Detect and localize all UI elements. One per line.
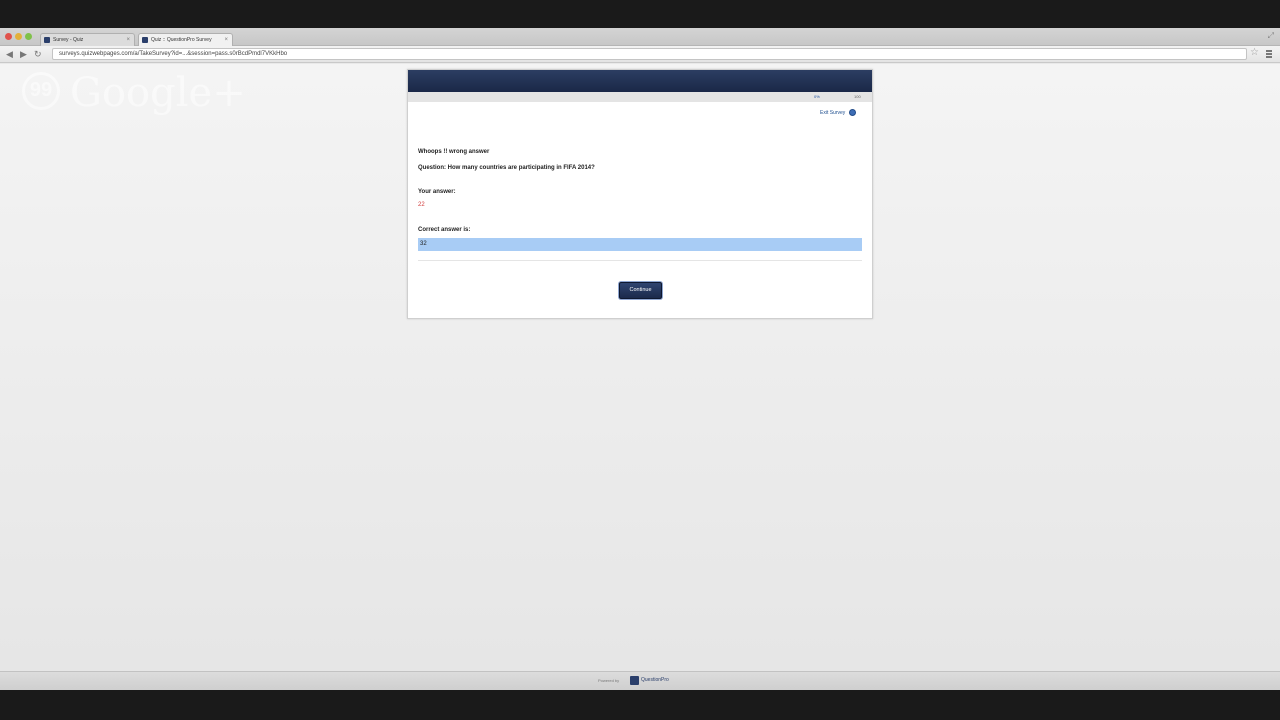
exit-survey-link[interactable]: Exit Survey	[820, 109, 856, 116]
address-bar-url: surveys.quizwebpages.com/a/TakeSurvey?id…	[59, 51, 288, 57]
video-letterbox-bottom	[0, 690, 1280, 720]
favicon-icon	[142, 37, 148, 43]
tab-strip: Survey - Quiz × Quiz :: QuestionPro Surv…	[0, 28, 1280, 46]
your-answer-value: 22	[418, 202, 425, 208]
progress-percent-label: 0%	[814, 94, 820, 99]
browser-menu-icon[interactable]	[1266, 50, 1272, 58]
correct-answer-label: Correct answer is:	[418, 227, 471, 233]
close-window-button[interactable]	[5, 33, 12, 40]
google-plus-wordmark: Google+	[70, 70, 246, 116]
back-icon[interactable]: ◀	[6, 48, 13, 60]
hangout-quote-icon: 99	[22, 72, 60, 110]
browser-window: Survey - Quiz × Quiz :: QuestionPro Surv…	[0, 28, 1280, 690]
divider	[418, 260, 862, 261]
browser-toolbar: ◀ ▶ ↻ surveys.quizwebpages.com/a/TakeSur…	[0, 46, 1280, 63]
progress-bar: 0% 100	[408, 92, 872, 102]
continue-button[interactable]: Continue	[619, 282, 662, 299]
page-viewport: 99 Google+ 0% 100 Exit Survey Whoops !! …	[0, 64, 1280, 671]
tab-label: Quiz :: QuestionPro Survey	[151, 37, 212, 43]
page-footer: Powered by QuestionPro	[0, 671, 1280, 690]
exit-survey-label: Exit Survey	[820, 109, 846, 116]
favicon-icon	[44, 37, 50, 43]
your-answer-label: Your answer:	[418, 189, 456, 195]
video-letterbox-top	[0, 0, 1280, 28]
survey-panel: 0% 100 Exit Survey Whoops !! wrong answe…	[407, 69, 873, 319]
progress-max-label: 100	[854, 94, 861, 99]
question-text: Question: How many countries are partici…	[418, 165, 595, 171]
correct-answer-value[interactable]: 32	[418, 238, 862, 251]
questionpro-brand[interactable]: QuestionPro	[641, 677, 669, 683]
questionpro-logo-icon	[630, 676, 639, 685]
tab-survey-quiz[interactable]: Survey - Quiz ×	[40, 33, 135, 46]
close-tab-icon[interactable]: ×	[126, 34, 130, 46]
survey-header-bar	[408, 70, 872, 92]
tab-questionpro-survey[interactable]: Quiz :: QuestionPro Survey ×	[138, 33, 233, 46]
powered-by-text: Powered by	[598, 678, 620, 683]
tab-label: Survey - Quiz	[53, 37, 84, 43]
address-bar[interactable]: surveys.quizwebpages.com/a/TakeSurvey?id…	[52, 48, 1247, 60]
bookmark-star-icon[interactable]: ☆	[1250, 47, 1259, 58]
forward-icon[interactable]: ▶	[20, 48, 27, 60]
fullscreen-icon[interactable]: ⤢	[1268, 31, 1274, 41]
zoom-window-button[interactable]	[25, 33, 32, 40]
close-tab-icon[interactable]: ×	[224, 34, 228, 46]
result-heading: Whoops !! wrong answer	[418, 149, 490, 155]
exit-survey-icon	[848, 109, 856, 116]
minimize-window-button[interactable]	[15, 33, 22, 40]
reload-icon[interactable]: ↻	[34, 48, 42, 60]
